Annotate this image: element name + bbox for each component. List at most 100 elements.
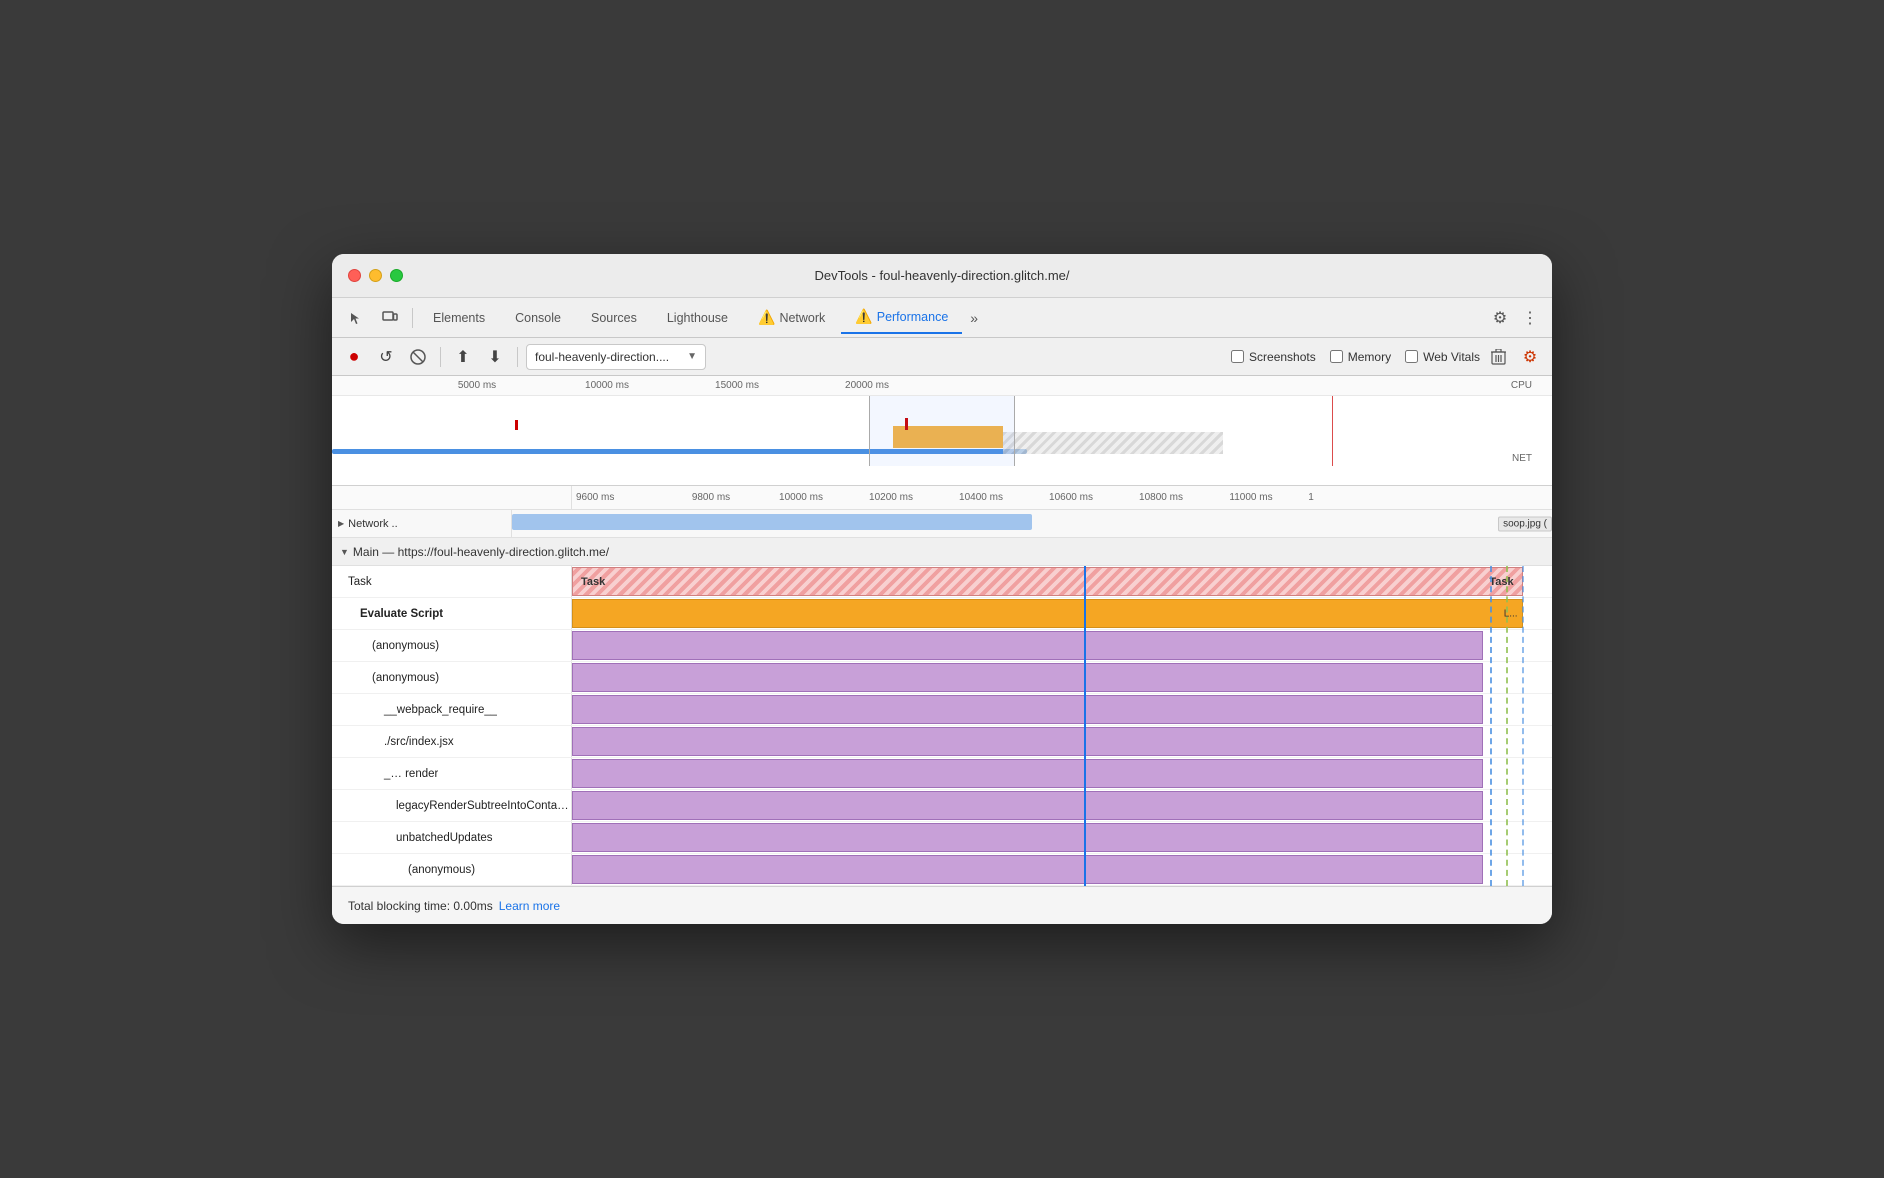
record-button[interactable]: ● [340,343,368,371]
ruler-mark-5000: 5000 ms [412,380,542,391]
flame-bar-webpack [572,694,1552,725]
dashed-vline-2 [1506,566,1508,886]
performance-warning-icon: ⚠️ [855,308,872,325]
network-row-text: Network .. [348,518,398,530]
timeline-ruler: 5000 ms 10000 ms 15000 ms 20000 ms CPU [332,376,1552,396]
flame-row-render: _… render [332,758,1552,790]
network-row: ▶ Network .. soop.jpg ( [332,510,1552,538]
tab-sources[interactable]: Sources [577,302,651,334]
minimize-button[interactable] [369,269,382,282]
learn-more-link[interactable]: Learn more [499,899,560,913]
flame-bar-anon2 [572,662,1552,693]
flame-label-anon1: (anonymous) [332,630,572,661]
flame-mark-9800: 9800 ms [666,492,756,503]
toolbar: ● ↺ ⬆ ⬇ foul-heavenly-direction.... ▼ Sc… [332,338,1552,376]
dashed-vline-3 [1522,566,1524,886]
network-blue-bar [512,514,1032,530]
device-toggle-button[interactable] [374,302,406,334]
cpu-label: CPU [1511,380,1532,391]
toolbar-sep-2 [517,347,518,367]
url-text: foul-heavenly-direction.... [535,350,683,364]
flame-bar-render [572,758,1552,789]
flame-label-render: _… render [332,758,572,789]
tab-sources-label: Sources [591,311,637,325]
clear-button[interactable] [404,343,432,371]
flame-row-evaluate: Evaluate Script L... [332,598,1552,630]
task-bar: Task Task [572,567,1523,596]
flame-label-unbatched: unbatchedUpdates [332,822,572,853]
flame-row-task: Task Task Task [332,566,1552,598]
tab-separator-1 [412,308,413,328]
tab-lighthouse[interactable]: Lighthouse [653,302,742,334]
flame-bar-anon1 [572,630,1552,661]
memory-checkbox[interactable]: Memory [1330,350,1391,364]
flame-label-anon3: (anonymous) [332,854,572,885]
tab-performance[interactable]: ⚠️ Performance [841,302,962,334]
flame-mark-11000: 11000 ms [1206,492,1296,503]
more-options-icon[interactable]: ⋮ [1516,304,1544,332]
timeline-hatched-region [1003,432,1223,454]
flame-bar-task: Task Task [572,566,1552,597]
more-tabs-button[interactable]: » [964,302,984,334]
memory-checkbox-input[interactable] [1330,350,1343,363]
url-dropdown-icon: ▼ [687,351,697,362]
unbatched-bar [572,823,1483,852]
main-section: ▼ Main — https://foul-heavenly-direction… [332,538,1552,886]
flame-mark-10200: 10200 ms [846,492,936,503]
tab-elements[interactable]: Elements [419,302,499,334]
network-warning-icon: ⚠️ [758,309,775,326]
ruler-mark-10000: 10000 ms [542,380,672,391]
url-display[interactable]: foul-heavenly-direction.... ▼ [526,344,706,370]
flame-label-task: Task [332,566,572,597]
timeline-red-vline [1332,396,1333,466]
soop-badge: soop.jpg ( [1498,516,1552,531]
settings-icon[interactable]: ⚙ [1486,304,1514,332]
screenshots-label: Screenshots [1249,350,1316,364]
cursor-icon [349,311,363,325]
flame-row-anon2: (anonymous) [332,662,1552,694]
trash-button[interactable] [1484,343,1512,371]
web-vitals-checkbox-input[interactable] [1405,350,1418,363]
flame-mark-10800: 10800 ms [1116,492,1206,503]
tab-network-label: Network [779,311,825,325]
network-row-label[interactable]: ▶ Network .. [332,510,512,537]
upload-button[interactable]: ⬆ [449,343,477,371]
maximize-button[interactable] [390,269,403,282]
close-button[interactable] [348,269,361,282]
blue-vline [1084,566,1086,886]
flame-chart: Task Task Task Evaluate Script L... [332,566,1552,886]
tab-elements-label: Elements [433,311,485,325]
anon2-bar [572,663,1483,692]
flame-mark-end: 1 [1296,492,1326,503]
screenshots-checkbox-input[interactable] [1231,350,1244,363]
flame-bar-anon3 [572,854,1552,885]
flame-row-src: ./src/index.jsx [332,726,1552,758]
tab-network[interactable]: ⚠️ Network [744,302,839,334]
main-header[interactable]: ▼ Main — https://foul-heavenly-direction… [332,538,1552,566]
flame-row-anon3: (anonymous) [332,854,1552,886]
web-vitals-checkbox[interactable]: Web Vitals [1405,350,1480,364]
anon3-bar [572,855,1483,884]
main-header-text: Main — https://foul-heavenly-direction.g… [353,545,609,559]
device-icon [382,311,398,325]
inspect-icon-button[interactable] [340,302,372,334]
reload-button[interactable]: ↺ [372,343,400,371]
flame-bar-legacy [572,790,1552,821]
screenshots-checkbox[interactable]: Screenshots [1231,350,1316,364]
main-collapse-icon: ▼ [340,547,349,557]
web-vitals-label: Web Vitals [1423,350,1480,364]
flame-mark-10000: 10000 ms [756,492,846,503]
flame-row-unbatched: unbatchedUpdates [332,822,1552,854]
traffic-lights [348,269,403,282]
status-bar: Total blocking time: 0.00ms Learn more [332,886,1552,924]
tab-bar: Elements Console Sources Lighthouse ⚠️ N… [332,298,1552,338]
window-title: DevTools - foul-heavenly-direction.glitc… [814,268,1069,283]
src-bar [572,727,1483,756]
task-start-label: Task [577,576,609,588]
tab-console[interactable]: Console [501,302,575,334]
legacy-bar [572,791,1483,820]
toolbar-options: Screenshots Memory Web Vitals [1231,350,1480,364]
settings-gear-button[interactable]: ⚙ [1516,343,1544,371]
download-button[interactable]: ⬇ [481,343,509,371]
timeline-selection [869,396,1015,466]
